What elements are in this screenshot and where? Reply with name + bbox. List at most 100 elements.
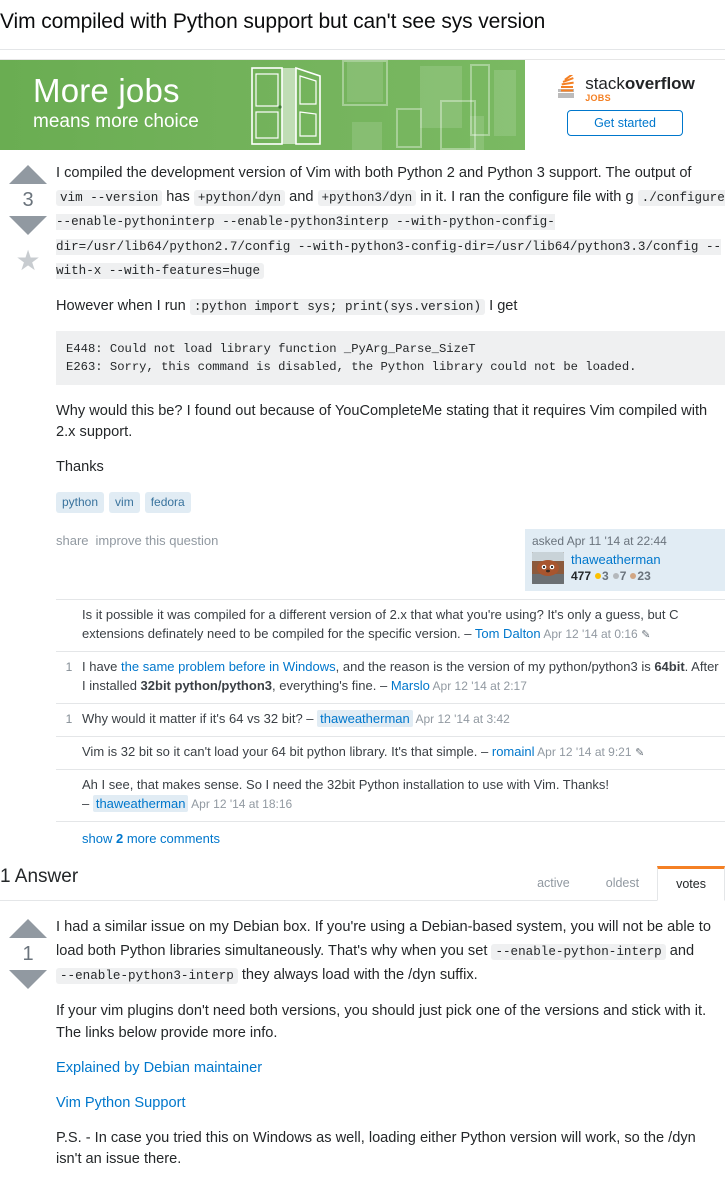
answer-content: I had a similar issue on my Debian box. … (56, 915, 725, 1184)
comment-row: 1 I have the same problem before in Wind… (56, 652, 725, 705)
question-post: 3 ★ I compiled the development version o… (0, 149, 725, 599)
door-illustration (251, 67, 321, 146)
answer-vote-count: 1 (22, 943, 34, 966)
ad-copy: More jobs means more choice (33, 72, 199, 134)
comment-dash: – (306, 711, 318, 727)
page-title: Vim compiled with Python support but can… (0, 10, 546, 33)
ad-headline: More jobs (33, 72, 180, 110)
question-body: I compiled the development version of Vi… (56, 161, 725, 478)
answer-body: I had a similar issue on my Debian box. … (56, 915, 725, 1170)
answer-link-paragraph-2: Vim Python Support (56, 1093, 725, 1114)
ad-artwork: More jobs means more choice (0, 60, 525, 151)
stackoverflow-jobs-logo: stackoverflow JOBS (555, 74, 695, 103)
answer-paragraph-1: I had a similar issue on my Debian box. … (56, 915, 725, 987)
show-more-suffix: more comments (123, 831, 221, 847)
a-p1-text-b: and (665, 943, 695, 960)
avatar-image (532, 552, 564, 585)
ad-subline: means more choice (33, 111, 199, 133)
error-code-block: E448: Could not load library function _P… (56, 330, 725, 385)
comment-author[interactable]: Marslo (391, 678, 430, 693)
question-paragraph-1: I compiled the development version of Vi… (56, 161, 725, 281)
job-ad-banner[interactable]: More jobs means more choice stackoverflo… (0, 59, 725, 151)
improve-question-link[interactable]: improve this question (96, 533, 219, 548)
question-paragraph-4: Thanks (56, 459, 104, 476)
comment-dash: – (464, 626, 475, 642)
comment-text: Vim is 32 bit so it can't load your 64 b… (82, 744, 482, 760)
silver-badge-count: 7 (619, 569, 627, 584)
comment-text-after: , everything's fine. (272, 678, 380, 694)
code-vim-version: vim --version (56, 190, 163, 207)
question-page: Vim compiled with Python support but can… (0, 0, 725, 1184)
comment-inline-link[interactable]: the same problem before in Windows (121, 659, 336, 674)
bronze-badge-icon (630, 573, 637, 580)
rep-value: 477 (571, 569, 592, 584)
answers-header: 1 Answer active oldest votes (0, 866, 725, 902)
edit-pencil-icon[interactable]: ✎ (641, 629, 650, 641)
share-link[interactable]: share (56, 533, 89, 548)
post-menu: share improve this question (56, 529, 225, 548)
get-started-button[interactable]: Get started (567, 109, 683, 136)
comment-date: Apr 12 '14 at 0:16 (540, 627, 638, 642)
comment-author[interactable]: thaweatherman (92, 795, 189, 813)
title-divider (0, 49, 725, 51)
show-more-prefix: show (82, 831, 116, 847)
code-python-dyn: +python/dyn (193, 190, 286, 207)
comment-body: Ah I see, that makes sense. So I need th… (82, 776, 725, 814)
answer-paragraph-2: If your vim plugins don't need both vers… (56, 1003, 707, 1041)
comment-dash: – (379, 678, 391, 694)
tag-vim[interactable]: vim (109, 492, 140, 514)
comment-author[interactable]: Tom Dalton (475, 626, 541, 641)
comment-author[interactable]: romainl (492, 744, 535, 759)
q-p1-text-a: I compiled the development version of Vi… (56, 165, 692, 182)
comment-score (56, 743, 82, 762)
asker-user-card: asked Apr 11 '14 at 22:44 thaweatherman … (525, 529, 725, 592)
link-debian-maintainer[interactable]: Explained by Debian maintainer (56, 1060, 262, 1076)
q-p1-text-b: has (162, 189, 194, 206)
answer-paragraph-3: P.S. - In case you tried this on Windows… (56, 1130, 696, 1168)
tab-votes[interactable]: votes (657, 866, 725, 902)
comment-bold-1: 64bit (654, 659, 685, 675)
comment-text-mid: , and the reason is the version of my py… (335, 659, 655, 675)
downvote-arrow-icon[interactable] (9, 970, 47, 990)
comment-text: Ah I see, that makes sense. So I need th… (82, 777, 610, 793)
comment-text: Why would it matter if it's 64 vs 32 bit… (82, 711, 307, 727)
edit-pencil-icon[interactable]: ✎ (635, 747, 644, 759)
tag-python[interactable]: python (56, 492, 105, 514)
tab-oldest[interactable]: oldest (588, 866, 657, 900)
comment-dash: – (82, 796, 93, 812)
comment-author[interactable]: thaweatherman (317, 710, 413, 728)
comment-date: Apr 12 '14 at 9:21 (534, 745, 632, 760)
code-python3-dyn: +python3/dyn (317, 190, 417, 207)
upvote-arrow-icon[interactable] (9, 165, 47, 185)
asked-timestamp: asked Apr 11 '14 at 22:44 (532, 534, 667, 549)
comment-body: Why would it matter if it's 64 vs 32 bit… (82, 710, 725, 729)
ad-cta-panel: stackoverflow JOBS Get started (525, 60, 725, 151)
comment-date: Apr 12 '14 at 3:42 (412, 712, 510, 727)
brand-wordmark: stackoverflow (585, 75, 695, 92)
tag-list: python vim fedora (56, 492, 725, 514)
show-more-comments-link[interactable]: show 2 more comments (56, 822, 725, 856)
q-p2-text-a: However when I run (56, 297, 190, 314)
comment-row: Is it possible it was compiled for a dif… (56, 600, 725, 653)
favorite-star-icon[interactable]: ★ (15, 247, 40, 275)
comment-body: Vim is 32 bit so it can't load your 64 b… (82, 743, 725, 762)
avatar[interactable] (532, 552, 564, 585)
answer-post: 1 I had a similar issue on my Debian box… (0, 901, 725, 1184)
gold-badge-count: 3 (602, 569, 609, 584)
comment-date: Apr 12 '14 at 2:17 (429, 679, 527, 694)
comment-body: I have the same problem before in Window… (82, 658, 725, 696)
question-vote-cell: 3 ★ (0, 161, 56, 599)
upvote-arrow-icon[interactable] (9, 919, 47, 939)
answer-sort-tabs: active oldest votes (519, 866, 725, 902)
tab-active[interactable]: active (519, 866, 588, 900)
comment-score (56, 606, 82, 644)
q-p2-text-b: I get (485, 297, 518, 314)
downvote-arrow-icon[interactable] (9, 216, 47, 236)
comment-row: Ah I see, that makes sense. So I need th… (56, 770, 725, 823)
link-vim-python-support[interactable]: Vim Python Support (56, 1095, 186, 1111)
asker-username[interactable]: thaweatherman (571, 552, 661, 567)
asker-reputation: 477 3 7 23 (571, 569, 661, 583)
answer-vote-cell: 1 (0, 915, 56, 1184)
tag-fedora[interactable]: fedora (144, 492, 191, 514)
code-enable-python-interp: --enable-python-interp (491, 944, 666, 961)
